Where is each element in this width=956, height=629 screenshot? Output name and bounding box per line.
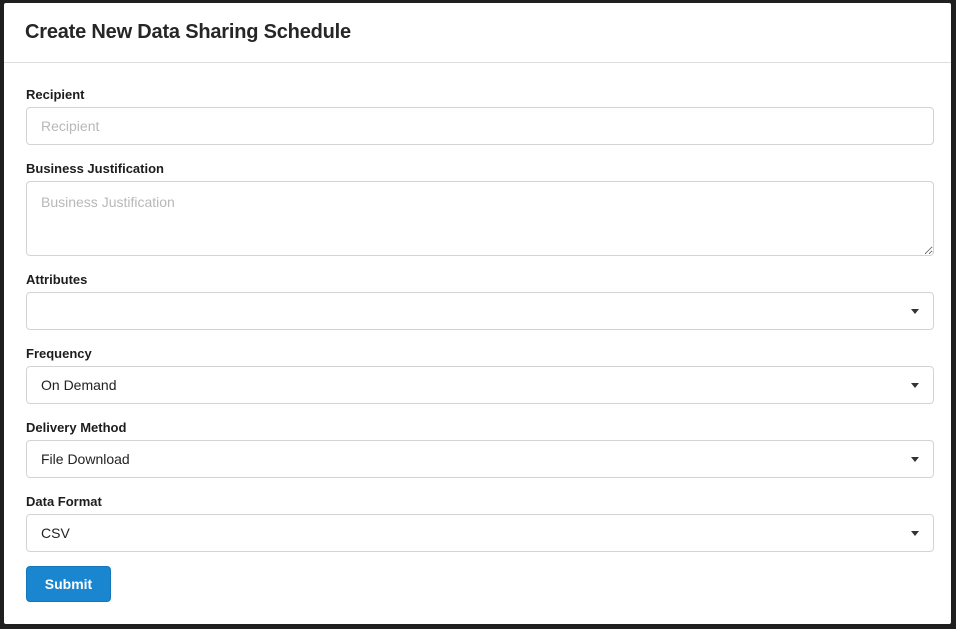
data-format-selected-value: CSV xyxy=(41,525,70,541)
submit-button[interactable]: Submit xyxy=(26,566,111,602)
attributes-select[interactable] xyxy=(26,292,934,330)
chevron-down-icon xyxy=(911,457,919,462)
recipient-input[interactable] xyxy=(26,107,934,145)
business-justification-label: Business Justification xyxy=(26,161,164,176)
data-format-label: Data Format xyxy=(26,494,102,509)
chevron-down-icon xyxy=(911,383,919,388)
frequency-selected-value: On Demand xyxy=(41,377,117,393)
delivery-method-selected-value: File Download xyxy=(41,451,130,467)
attributes-label: Attributes xyxy=(26,272,88,287)
create-schedule-modal: Create New Data Sharing Schedule Recipie… xyxy=(4,3,951,624)
data-format-select[interactable]: CSV xyxy=(26,514,934,552)
frequency-select[interactable]: On Demand xyxy=(26,366,934,404)
delivery-method-label: Delivery Method xyxy=(26,420,127,435)
modal-title: Create New Data Sharing Schedule xyxy=(25,21,351,43)
chevron-down-icon xyxy=(911,309,919,314)
modal-header: Create New Data Sharing Schedule xyxy=(4,3,951,63)
chevron-down-icon xyxy=(911,531,919,536)
frequency-label: Frequency xyxy=(26,346,92,361)
delivery-method-select[interactable]: File Download xyxy=(26,440,934,478)
recipient-label: Recipient xyxy=(26,87,85,102)
business-justification-textarea[interactable] xyxy=(26,181,934,256)
